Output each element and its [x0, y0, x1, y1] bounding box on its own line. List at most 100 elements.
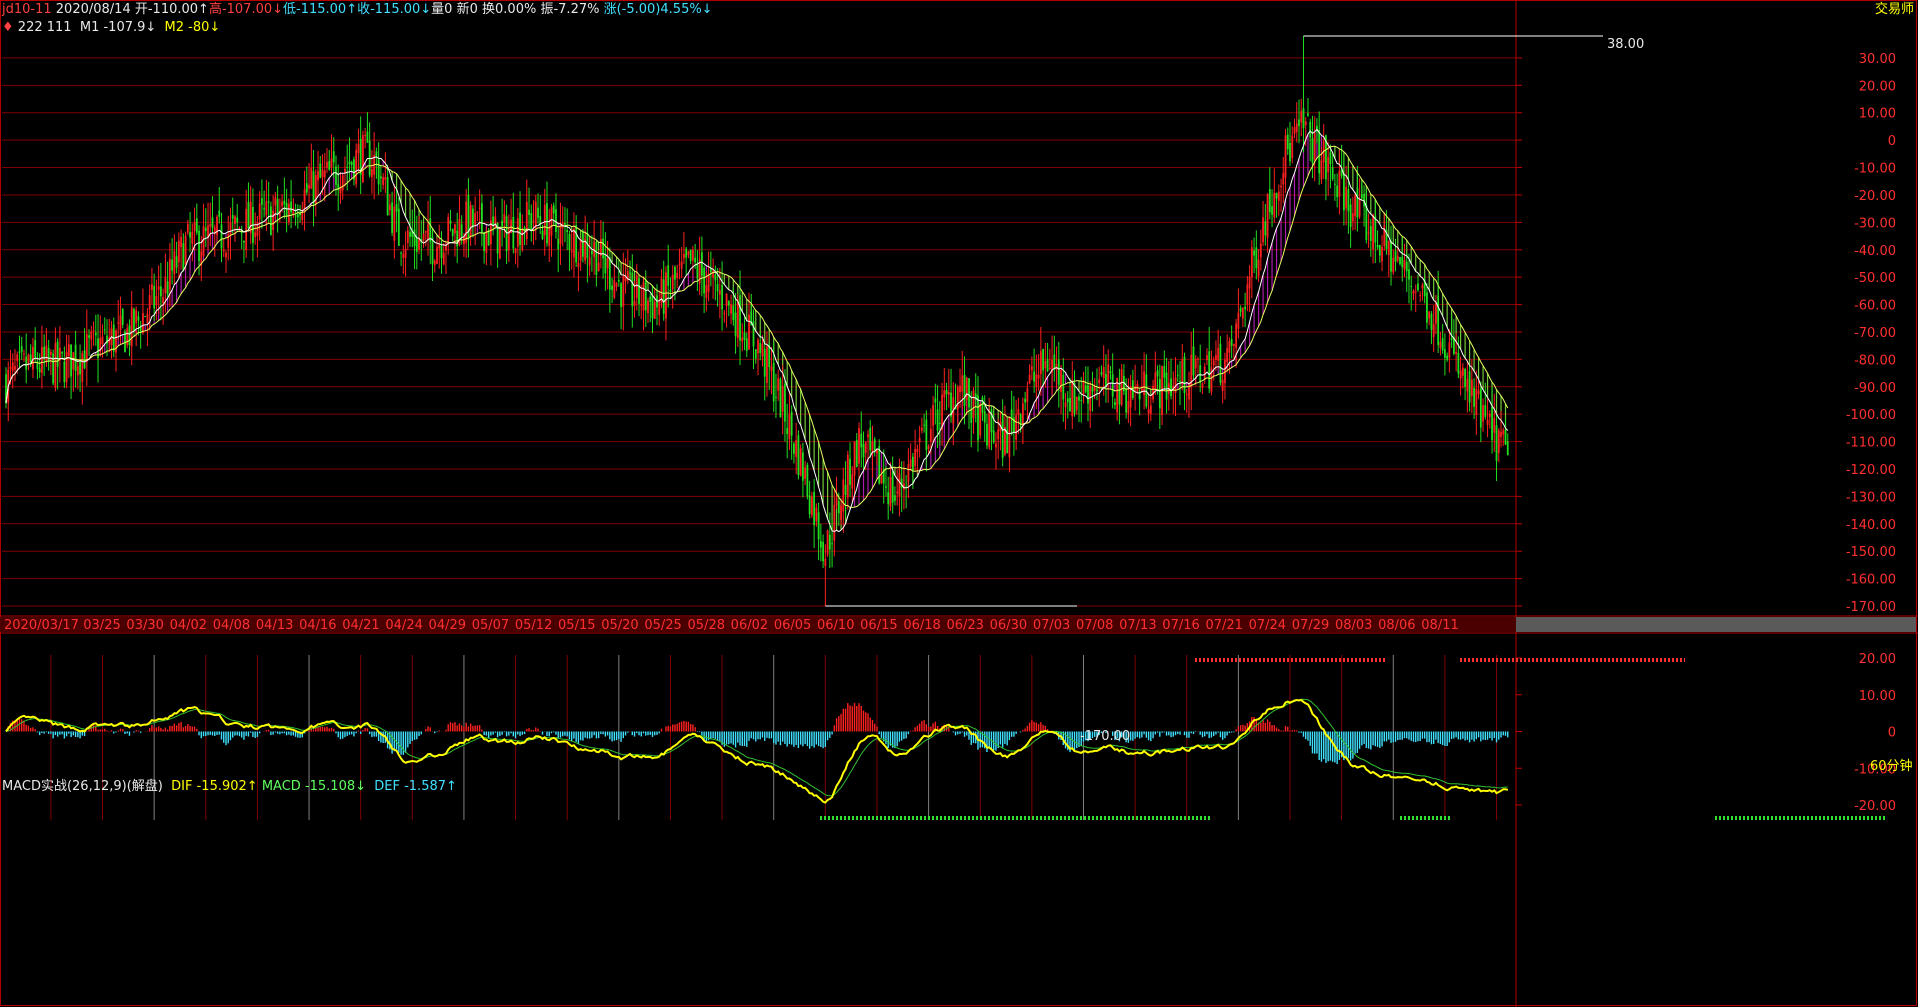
- candle-body: [638, 278, 640, 304]
- candle-body: [445, 245, 447, 251]
- candle-body: [1331, 167, 1334, 179]
- candle-body: [1001, 414, 1004, 458]
- macd-title[interactable]: MACD实战(26,12,9)(解盘): [2, 779, 163, 794]
- x-tick-label: 08/11: [1421, 618, 1458, 633]
- x-tick-label: 07/21: [1205, 618, 1242, 633]
- kline-chart[interactable]: 30.00 20.00 10.00 0 -10.00 -20.00 -30.00 -40.00…: [0, 0, 1918, 1007]
- candle-body: [1239, 308, 1242, 312]
- candle-body: [1351, 213, 1354, 222]
- candle-body: [813, 491, 816, 526]
- candle-body: [525, 202, 528, 240]
- candle-body: [781, 386, 784, 412]
- candle-body: [970, 408, 973, 423]
- candle-body: [1219, 343, 1222, 383]
- candle-body: [828, 534, 831, 550]
- candle-body: [651, 295, 654, 319]
- candle-body: [631, 272, 634, 307]
- candle-body: [261, 198, 263, 205]
- candle-body: [1284, 135, 1287, 178]
- candle-body: [992, 430, 995, 443]
- candle-body: [103, 329, 106, 331]
- candle-body: [1073, 383, 1076, 414]
- candle-body: [1502, 430, 1505, 435]
- candle-body: [530, 213, 533, 229]
- candle-body: [413, 229, 416, 247]
- candle-body: [1365, 205, 1368, 241]
- candle-body: [795, 439, 798, 457]
- candle-body: [532, 220, 535, 222]
- candle-body: [1477, 390, 1480, 395]
- candle-body: [824, 558, 827, 567]
- candle-body: [310, 168, 313, 189]
- candle-body: [575, 225, 578, 263]
- candle-body: [1156, 370, 1159, 377]
- candle-body: [362, 135, 364, 183]
- candle-body: [932, 405, 934, 426]
- candle-body: [1248, 276, 1251, 289]
- candle-body: [384, 176, 387, 180]
- candle-body: [1360, 194, 1363, 199]
- change-value: 涨(-5.00)4.55%↓: [603, 2, 713, 17]
- candle-body: [34, 339, 37, 358]
- candle-body: [712, 270, 715, 278]
- candle-body: [590, 250, 593, 255]
- x-tick-label: 04/21: [342, 618, 379, 633]
- candle-body: [849, 458, 851, 485]
- candle-body: [797, 435, 800, 475]
- candle-body: [521, 230, 524, 250]
- candle-body: [350, 161, 353, 165]
- candle-body: [119, 315, 122, 331]
- x-tick-label: 06/23: [946, 618, 983, 633]
- period-label[interactable]: 60分钟: [1870, 759, 1913, 775]
- macd-value: MACD -15.108↓: [261, 779, 366, 794]
- candle-body: [1457, 352, 1460, 374]
- x-tick-label: 03/30: [126, 618, 163, 633]
- candle-body: [27, 354, 30, 364]
- candle-body: [835, 497, 838, 506]
- candle-body: [961, 375, 964, 392]
- candle-body: [357, 144, 360, 154]
- y-tick-label: -100.00: [1846, 408, 1896, 423]
- corner-label[interactable]: 交易师: [1875, 2, 1914, 18]
- candle-body: [400, 252, 402, 254]
- candle-body: [23, 353, 25, 355]
- candle-body: [1347, 189, 1350, 212]
- candle-body: [786, 427, 789, 435]
- candle-body: [415, 238, 418, 252]
- candle-body: [718, 290, 721, 295]
- candle-body: [144, 316, 147, 318]
- candle-body: [90, 331, 93, 340]
- candle-body: [323, 170, 326, 178]
- candle-body: [168, 258, 171, 290]
- y-tick-label: -120.00: [1846, 463, 1896, 478]
- y-tick-label: 0: [1888, 134, 1896, 149]
- candle-body: [1111, 374, 1114, 397]
- candle-body: [541, 230, 544, 239]
- candle-body: [602, 238, 605, 259]
- candle-body: [1257, 259, 1260, 277]
- indicator-a: 222: [17, 20, 43, 35]
- candle-body: [238, 228, 241, 230]
- candle-body: [63, 361, 66, 383]
- candle-body: [494, 216, 497, 228]
- candle-body: [1479, 388, 1482, 428]
- candle-body: [678, 263, 681, 265]
- candle-body: [474, 213, 477, 226]
- candle-body: [568, 234, 571, 251]
- candle-body: [736, 299, 739, 339]
- candle-body: [898, 473, 901, 497]
- candle-body: [557, 238, 560, 250]
- candle-body: [341, 175, 344, 191]
- candle-body: [1037, 374, 1040, 379]
- candle-body: [889, 476, 892, 507]
- candle-body: [1060, 370, 1062, 392]
- x-tick-label: 05/12: [515, 618, 552, 633]
- symbol-label[interactable]: jd10-11: [2, 2, 52, 17]
- candle-body: [1470, 379, 1473, 397]
- candle-body: [658, 301, 661, 315]
- candle-body: [1302, 108, 1305, 129]
- candle-body: [1448, 342, 1451, 358]
- candle-body: [1241, 308, 1244, 319]
- candle-body: [463, 236, 465, 245]
- candle-body: [1358, 198, 1361, 217]
